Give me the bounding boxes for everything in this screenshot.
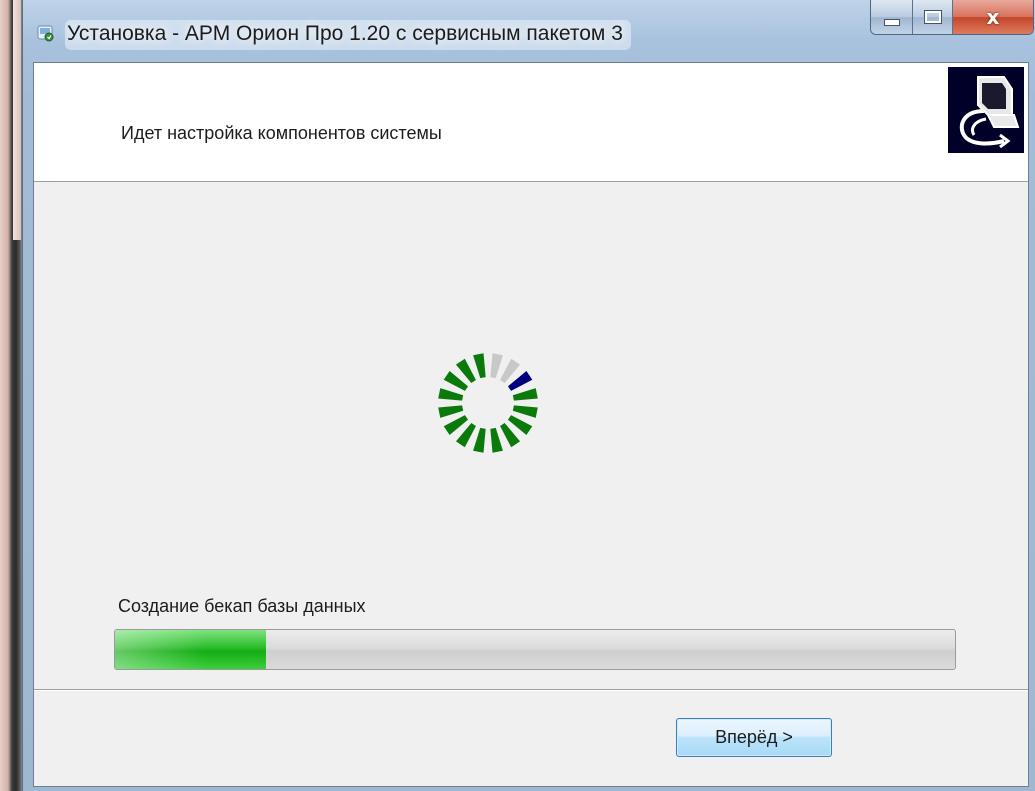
installer-client-area: Идет настройка компонентов системы Созда… — [33, 62, 1029, 787]
next-button[interactable]: Вперёд > — [676, 718, 832, 757]
footer-divider — [34, 689, 1028, 691]
minimize-icon — [883, 18, 900, 26]
computer-logo-icon — [948, 67, 1024, 153]
caption-buttons: x — [870, 0, 1034, 35]
wizard-header: Идет настройка компонентов системы — [34, 63, 1028, 182]
background-window-edge — [0, 0, 22, 791]
minimize-button[interactable] — [871, 0, 913, 34]
status-text: Создание бекап базы данных — [118, 596, 366, 616]
spinner-segment — [438, 388, 464, 401]
background-scrollbar-thumb — [13, 0, 21, 240]
spinner-segment — [490, 427, 503, 453]
spinner-segment — [512, 405, 538, 418]
maximize-icon — [923, 10, 942, 24]
window-title: Установка - АРМ Орион Про 1.20 с сервисн… — [65, 20, 631, 50]
maximize-button[interactable] — [913, 0, 953, 34]
spinner-segment — [473, 353, 486, 379]
title-bar[interactable]: Установка - АРМ Орион Про 1.20 с сервисн… — [23, 0, 1035, 62]
page-title: Идет настройка компонентов системы — [121, 123, 442, 143]
installer-window: Установка - АРМ Орион Про 1.20 с сервисн… — [22, 0, 1035, 791]
close-icon: x — [986, 5, 1000, 29]
progress-bar-fill — [115, 630, 267, 669]
spinner-segment — [490, 353, 503, 379]
close-button[interactable]: x — [953, 0, 1033, 34]
spinner-segment — [473, 427, 486, 453]
installer-icon — [37, 25, 54, 42]
progress-bar — [114, 629, 956, 670]
spinner-segment — [438, 405, 464, 418]
spinner-segment — [512, 388, 538, 401]
loading-spinner-icon — [438, 353, 538, 453]
